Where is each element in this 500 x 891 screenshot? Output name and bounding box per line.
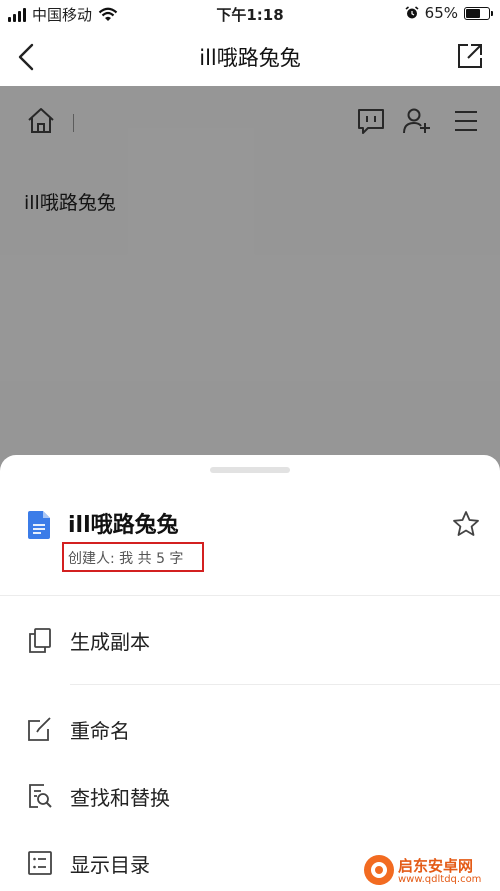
watermark-url: www.qdltdq.com xyxy=(398,874,482,885)
nav-title: ill哦路兔兔 xyxy=(199,46,301,70)
bottom-sheet: ill哦路兔兔 创建人: 我 共 5 字 生成副本 重命名 查找和替换 显示目录 xyxy=(0,455,500,889)
status-right: 65% xyxy=(405,4,493,22)
battery-icon xyxy=(464,6,493,20)
watermark-logo-icon xyxy=(364,855,394,885)
menu-item-label: 显示目录 xyxy=(70,853,150,877)
menu-item-copy[interactable]: 生成副本 xyxy=(0,612,500,668)
sheet-drag-handle[interactable] xyxy=(210,467,290,473)
menu-item-label: 生成副本 xyxy=(70,630,150,654)
status-bar: 中国移动 下午1:18 65% xyxy=(0,0,500,28)
watermark: 启东安卓网 www.qdltdq.com xyxy=(364,855,496,887)
divider xyxy=(70,684,500,685)
menu-item-rename[interactable]: 重命名 xyxy=(0,701,500,757)
battery-percent: 65% xyxy=(424,4,458,22)
watermark-name: 启东安卓网 xyxy=(398,857,474,875)
rename-icon xyxy=(28,717,51,741)
share-icon[interactable] xyxy=(456,42,484,70)
file-title: ill哦路兔兔 xyxy=(68,513,179,538)
alarm-icon xyxy=(405,6,419,19)
copy-icon xyxy=(29,628,51,653)
toc-icon xyxy=(28,851,52,875)
nav-bar: ill哦路兔兔 xyxy=(0,28,500,86)
menu-item-find-replace[interactable]: 查找和替换 xyxy=(0,768,500,824)
find-replace-icon xyxy=(29,784,52,808)
menu-item-label: 重命名 xyxy=(70,719,130,743)
document-file-icon xyxy=(28,511,50,539)
divider xyxy=(0,595,500,596)
menu-item-label: 查找和替换 xyxy=(70,786,170,810)
file-meta: 创建人: 我 共 5 字 xyxy=(68,551,184,567)
star-icon[interactable] xyxy=(452,510,480,538)
